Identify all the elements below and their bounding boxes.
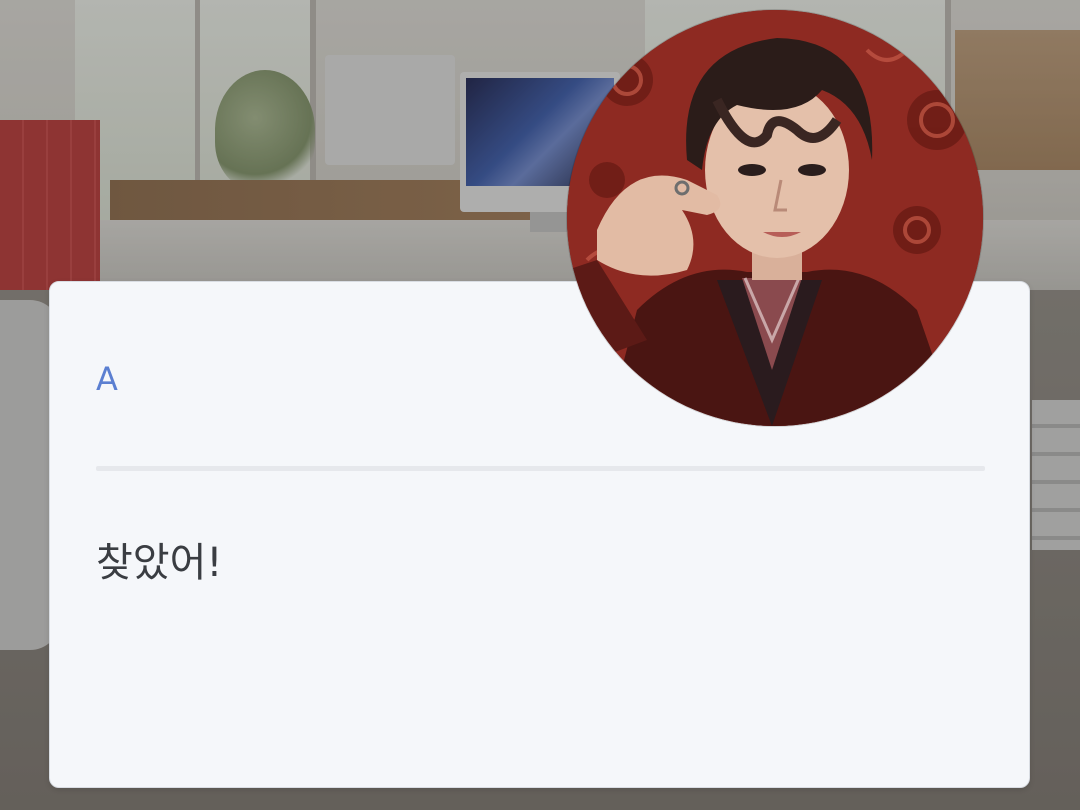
character-avatar	[567, 10, 983, 426]
dialogue-message: 찾았어!	[96, 540, 223, 586]
character-portrait-icon	[567, 10, 983, 426]
speaker-name: A	[96, 360, 119, 398]
dialogue-divider	[96, 466, 985, 471]
